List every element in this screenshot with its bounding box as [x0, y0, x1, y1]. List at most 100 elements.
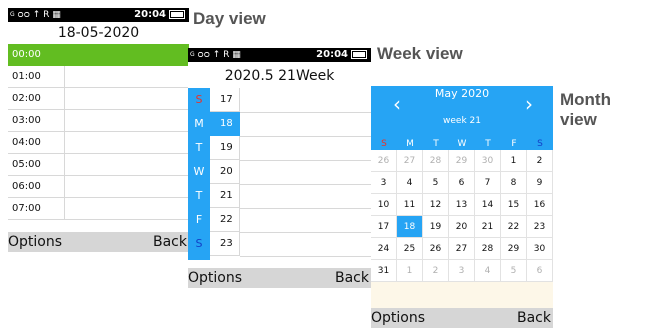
week-day-row[interactable]: M 18: [188, 112, 371, 137]
calendar-day[interactable]: 5: [423, 172, 449, 194]
week-day-row[interactable]: F 22: [188, 208, 371, 233]
week-day-row[interactable]: W 20: [188, 160, 371, 185]
hour-slot[interactable]: [65, 44, 189, 65]
hour-slot[interactable]: [65, 132, 189, 153]
hour-slot[interactable]: [65, 110, 189, 131]
weekday-letter: M: [194, 117, 204, 130]
calendar-day[interactable]: 5: [501, 260, 527, 282]
back-softkey[interactable]: Back: [335, 268, 369, 288]
calendar-day[interactable]: 4: [475, 260, 501, 282]
week-date[interactable]: 20: [210, 160, 240, 184]
calendar-day[interactable]: 21: [475, 216, 501, 238]
calendar-day[interactable]: 13: [449, 194, 475, 216]
hour-row[interactable]: 04:00: [8, 132, 189, 154]
calendar-day[interactable]: 1: [501, 150, 527, 172]
week-day-slot[interactable]: [240, 112, 371, 137]
hour-row[interactable]: 06:00: [8, 176, 189, 198]
calendar-day[interactable]: 22: [501, 216, 527, 238]
options-softkey[interactable]: Options: [188, 268, 242, 288]
calendar-day[interactable]: 23: [527, 216, 553, 238]
week-day-slot[interactable]: [240, 184, 371, 209]
calendar-day[interactable]: 27: [449, 238, 475, 260]
calendar-day[interactable]: 11: [397, 194, 423, 216]
calendar-day[interactable]: 27: [397, 150, 423, 172]
calendar-day[interactable]: 3: [449, 260, 475, 282]
hour-list: 00:00 01:00 02:00 03:00 04:00 05:00 06:00 07:00: [8, 44, 189, 220]
calendar-day[interactable]: 28: [423, 150, 449, 172]
back-softkey[interactable]: Back: [153, 232, 187, 252]
calendar-day[interactable]: 7: [475, 172, 501, 194]
calendar-day[interactable]: 14: [475, 194, 501, 216]
options-softkey[interactable]: Options: [371, 308, 425, 328]
week-date[interactable]: 17: [210, 88, 240, 112]
calendar-day[interactable]: 1: [397, 260, 423, 282]
calendar-day[interactable]: 2: [527, 150, 553, 172]
calendar-day[interactable]: 10: [371, 194, 397, 216]
week-day-row[interactable]: T 19: [188, 136, 371, 161]
status-icons: G ᴑᴑ ↑ R ▦: [190, 50, 241, 60]
hour-slot[interactable]: [65, 66, 189, 87]
week-day-slot[interactable]: [240, 232, 371, 257]
hour-label: 00:00: [8, 44, 65, 65]
event-area: [371, 282, 553, 308]
hour-row[interactable]: 01:00: [8, 66, 189, 88]
calendar-day[interactable]: 25: [397, 238, 423, 260]
calendar-day[interactable]: 29: [449, 150, 475, 172]
status-time: 20:04: [134, 8, 185, 22]
calendar-day[interactable]: 6: [527, 260, 553, 282]
calendar-day[interactable]: 3: [371, 172, 397, 194]
week-day-row[interactable]: T 21: [188, 184, 371, 209]
calendar-day[interactable]: 2: [423, 260, 449, 282]
options-softkey[interactable]: Options: [8, 232, 62, 252]
hour-row[interactable]: 03:00: [8, 110, 189, 132]
chevron-left-icon[interactable]: ‹: [393, 94, 401, 114]
calendar-day[interactable]: 12: [423, 194, 449, 216]
week-day-row[interactable]: S 23: [188, 232, 371, 257]
month-view-label: Month view: [560, 90, 611, 129]
hour-slot[interactable]: [65, 198, 189, 219]
calendar-day[interactable]: 26: [423, 238, 449, 260]
back-softkey[interactable]: Back: [517, 308, 551, 328]
calendar-day[interactable]: 17: [371, 216, 397, 238]
calendar-day[interactable]: 29: [501, 238, 527, 260]
calendar-day[interactable]: 31: [371, 260, 397, 282]
hour-slot[interactable]: [65, 176, 189, 197]
hour-row[interactable]: 05:00: [8, 154, 189, 176]
calendar-day[interactable]: 15: [501, 194, 527, 216]
calendar-day[interactable]: 24: [371, 238, 397, 260]
calendar-day[interactable]: 9: [527, 172, 553, 194]
calendar-day[interactable]: 19: [423, 216, 449, 238]
calendar-day[interactable]: 28: [475, 238, 501, 260]
week-date[interactable]: 21: [210, 184, 240, 208]
calendar-day[interactable]: 30: [475, 150, 501, 172]
calendar-day[interactable]: 26: [371, 150, 397, 172]
calendar-day[interactable]: 30: [527, 238, 553, 260]
hour-row[interactable]: 00:00: [8, 44, 189, 66]
week-date[interactable]: 18: [210, 112, 240, 136]
week-date[interactable]: 19: [210, 136, 240, 160]
hour-label: 04:00: [8, 132, 65, 153]
calendar-day[interactable]: 20: [449, 216, 475, 238]
week-day-row[interactable]: S 17: [188, 88, 371, 113]
week-day-slot[interactable]: [240, 208, 371, 233]
calendar-day[interactable]: 8: [501, 172, 527, 194]
hour-row[interactable]: 07:00: [8, 198, 189, 220]
hour-slot[interactable]: [65, 88, 189, 109]
chevron-right-icon[interactable]: ›: [525, 94, 533, 114]
week-day-slot[interactable]: [240, 160, 371, 185]
weekday-heading: T: [485, 139, 491, 149]
calendar-day[interactable]: 6: [449, 172, 475, 194]
week-day-slot[interactable]: [240, 88, 371, 113]
hour-label: 05:00: [8, 154, 65, 175]
week-date[interactable]: 23: [210, 232, 240, 256]
status-bar: G ᴑᴑ ↑ R ▦ 20:04: [188, 48, 371, 62]
calendar-day[interactable]: 16: [527, 194, 553, 216]
calendar-day[interactable]: 4: [397, 172, 423, 194]
hour-row[interactable]: 02:00: [8, 88, 189, 110]
calendar-day[interactable]: 18: [397, 216, 423, 238]
week-date[interactable]: 22: [210, 208, 240, 232]
hour-slot[interactable]: [65, 154, 189, 175]
softkey-bar: Options Back: [371, 308, 553, 328]
weekday-letter: T: [195, 141, 203, 154]
week-day-slot[interactable]: [240, 136, 371, 161]
